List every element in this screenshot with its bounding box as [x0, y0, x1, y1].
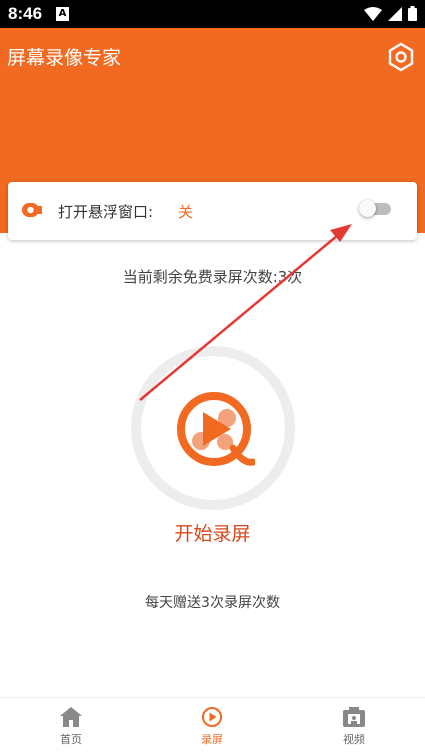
signal-icon	[388, 6, 402, 21]
tab-video[interactable]: 视频	[314, 706, 394, 747]
toggle-knob	[359, 200, 376, 217]
floating-window-label: 打开悬浮窗口:	[58, 203, 154, 221]
play-circle-icon	[202, 707, 222, 727]
tab-home[interactable]: 首页	[31, 706, 111, 747]
status-icons	[364, 6, 417, 21]
settings-hexagon-icon[interactable]	[387, 42, 415, 72]
app-title: 屏幕录像专家	[7, 47, 122, 69]
floating-window-toggle[interactable]	[359, 200, 391, 217]
notification-a-icon: A	[56, 7, 69, 21]
tab-home-label: 首页	[60, 733, 82, 746]
camera-icon	[343, 707, 365, 727]
record-play-logo-icon[interactable]	[173, 388, 255, 470]
battery-icon	[408, 6, 417, 21]
status-bar: 8:46 A	[0, 0, 425, 28]
bottom-navigation: 首页 录屏 视频	[0, 697, 425, 755]
daily-bonus-text: 每天赠送3次录屏次数	[145, 595, 280, 611]
record-camera-icon	[22, 203, 42, 217]
wifi-icon	[364, 6, 382, 21]
floating-window-state: 关	[178, 203, 194, 221]
floating-window-card: 打开悬浮窗口: 关	[8, 182, 417, 240]
tab-record-label: 录屏	[201, 733, 223, 746]
tab-video-label: 视频	[343, 733, 365, 746]
home-icon	[60, 707, 82, 727]
start-recording-button[interactable]: 开始录屏	[0, 519, 425, 546]
tab-record[interactable]: 录屏	[172, 706, 252, 747]
status-time: 8:46	[8, 4, 43, 23]
remaining-count-text: 当前剩余免费录屏次数:3次	[122, 268, 303, 286]
